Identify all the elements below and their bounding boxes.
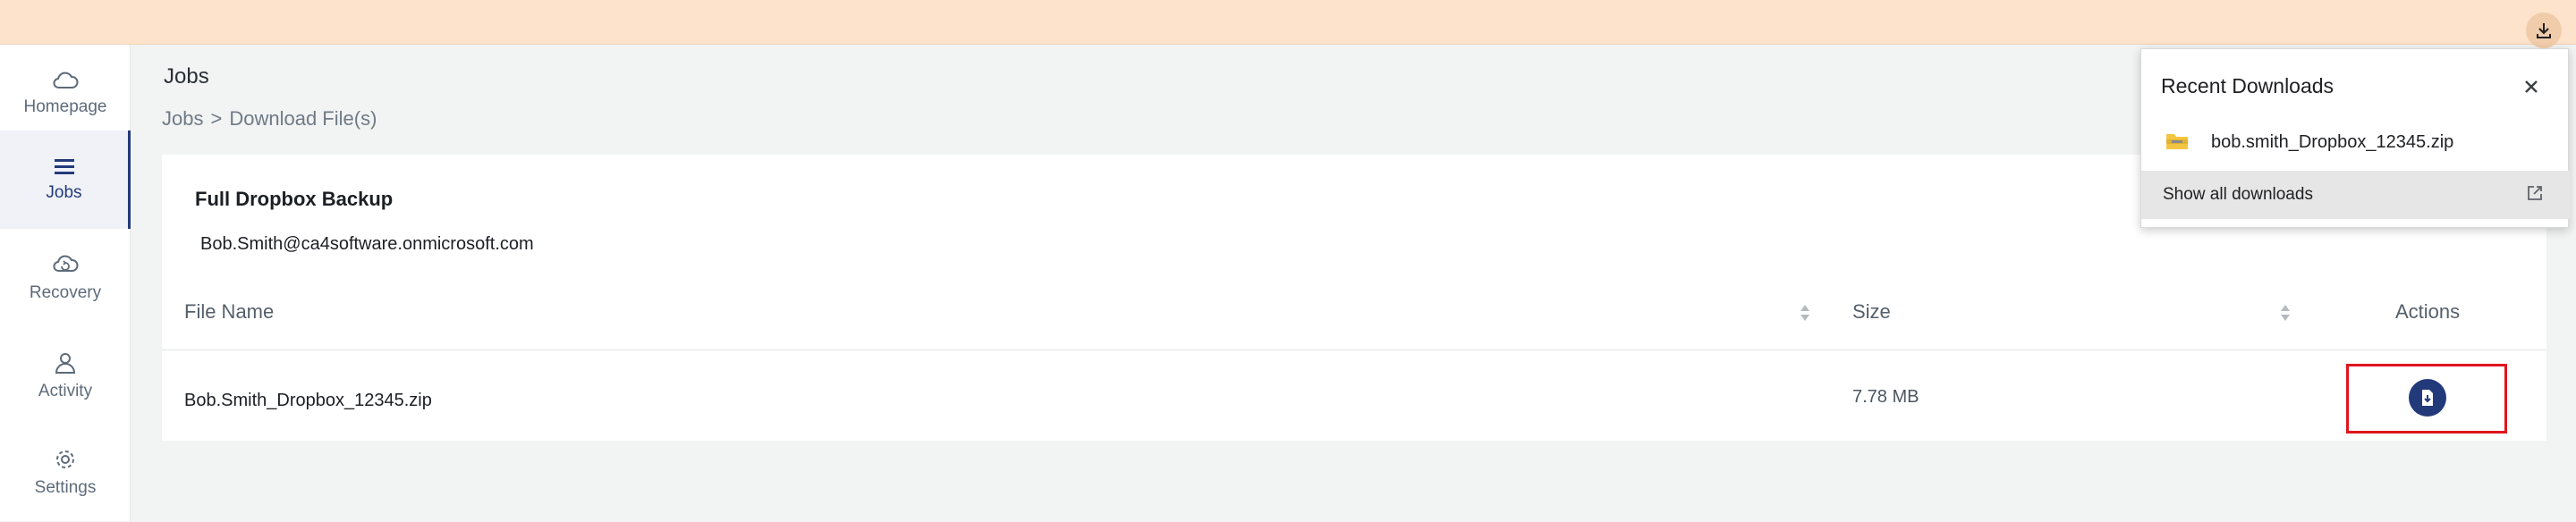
table-divider (162, 349, 2546, 350)
sort-icon[interactable] (1800, 303, 1810, 323)
breadcrumb-separator: > (210, 107, 223, 130)
column-header-actions: Actions (2395, 300, 2461, 323)
size-cell: 7.78 MB (1852, 387, 1919, 407)
open-external-icon (2528, 186, 2542, 200)
sidebar-item-label: Settings (34, 478, 97, 497)
cloud-icon (53, 72, 79, 88)
gear-icon (56, 450, 74, 468)
sidebar-item-label: Jobs (46, 183, 82, 202)
zip-file-icon (2166, 134, 2188, 149)
list-icon (54, 159, 74, 174)
sort-icon[interactable] (2280, 303, 2291, 323)
browser-download-banner (0, 0, 2576, 48)
breadcrumb-jobs[interactable]: Jobs (162, 107, 203, 130)
close-icon (2525, 80, 2538, 93)
job-account: Bob.Smith@ca4software.onmicrosoft.com (200, 234, 534, 254)
download-item[interactable]: bob.smith_Dropbox_12345.zip (2141, 117, 2570, 167)
sidebar-item-label: Recovery (29, 283, 102, 302)
sidebar: Homepage Jobs Recovery Activity Settings (0, 45, 131, 521)
download-icon (2537, 23, 2551, 38)
show-all-downloads-button[interactable]: Show all downloads (2141, 171, 2570, 219)
sidebar-item-jobs[interactable]: Jobs (0, 130, 131, 229)
breadcrumb-current: Download File(s) (229, 107, 377, 130)
cloud-restore-icon (53, 255, 79, 272)
breadcrumb: Jobs > Download File(s) (162, 107, 377, 130)
sidebar-item-recovery[interactable]: Recovery (0, 229, 131, 327)
popup-title: Recent Downloads (2161, 74, 2334, 97)
sidebar-item-homepage[interactable]: Homepage (0, 45, 131, 143)
show-all-label: Show all downloads (2163, 185, 2313, 204)
column-header-size[interactable]: Size (1852, 300, 1891, 324)
job-name: Full Dropbox Backup (195, 188, 394, 210)
sidebar-item-label: Activity (38, 382, 93, 400)
download-file-button[interactable] (2409, 379, 2446, 417)
sidebar-item-activity[interactable]: Activity (0, 327, 131, 425)
sidebar-item-label: Homepage (23, 97, 107, 116)
close-button[interactable] (2518, 73, 2545, 100)
downloads-button[interactable] (2526, 13, 2562, 48)
download-file-icon (2422, 390, 2433, 406)
column-header-file-name[interactable]: File Name (184, 300, 274, 324)
file-name-cell: Bob.Smith_Dropbox_12345.zip (184, 391, 432, 410)
user-icon (55, 353, 76, 374)
page-title: Jobs (164, 64, 209, 88)
sidebar-item-settings[interactable]: Settings (0, 424, 131, 522)
download-file-name: bob.smith_Dropbox_12345.zip (2211, 132, 2454, 152)
recent-downloads-popup: Recent Downloads bob.smith_Dropbox_12345… (2140, 48, 2570, 228)
